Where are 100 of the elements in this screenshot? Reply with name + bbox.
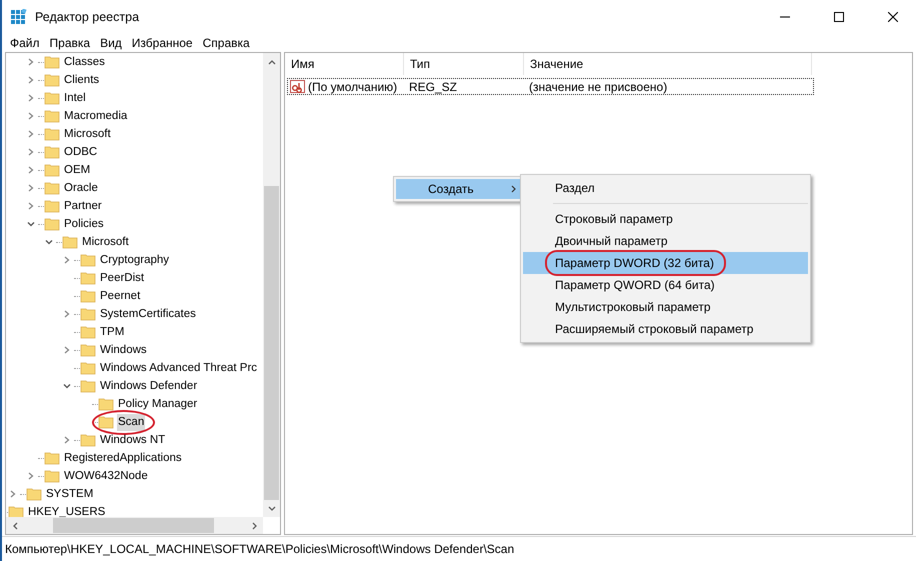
folder-icon	[80, 324, 96, 340]
folder-icon	[44, 108, 60, 124]
tree-item[interactable]: Windows Advanced Threat Prc	[99, 360, 258, 377]
tree-item[interactable]: Clients	[63, 72, 100, 89]
folder-icon	[44, 54, 60, 70]
folder-icon	[80, 342, 96, 358]
scroll-up-icon[interactable]	[268, 58, 276, 65]
menu-item[interactable]: Мультистроковый параметр	[523, 296, 808, 318]
menu-item[interactable]: Параметр DWORD (32 бита)	[523, 252, 808, 274]
folder-icon	[44, 468, 60, 484]
menu-item[interactable]: Файл	[5, 36, 45, 50]
folder-icon	[80, 432, 96, 448]
folder-icon	[80, 306, 96, 322]
folder-icon	[44, 450, 60, 466]
expand-chevron-icon[interactable]	[27, 130, 35, 138]
menu-item[interactable]: Вид	[95, 36, 127, 50]
scroll-right-icon[interactable]	[252, 522, 258, 530]
tree-item[interactable]: Windows	[99, 342, 148, 359]
menu-item[interactable]: Параметр QWORD (64 бита)	[523, 274, 808, 296]
folder-icon	[98, 414, 114, 430]
string-value-icon	[290, 80, 306, 94]
tree-item[interactable]: Microsoft	[63, 126, 112, 143]
folder-icon	[80, 270, 96, 286]
tree-item[interactable]: TPM	[99, 324, 126, 341]
expand-chevron-icon[interactable]	[27, 148, 35, 156]
scroll-down-icon[interactable]	[268, 506, 276, 512]
expand-chevron-icon[interactable]	[27, 166, 35, 174]
menu-item[interactable]: Расширяемый строковый параметр	[523, 318, 808, 340]
close-icon	[888, 12, 898, 22]
expand-chevron-icon[interactable]	[27, 94, 35, 102]
folder-icon	[80, 252, 96, 268]
tree-item[interactable]: Macromedia	[63, 108, 128, 125]
value-type: REG_SZ	[409, 80, 458, 94]
expand-chevron-icon[interactable]	[27, 112, 35, 120]
expand-chevron-icon[interactable]	[63, 436, 71, 444]
registry-app-icon	[11, 8, 27, 24]
tree-item[interactable]: Policies	[63, 216, 105, 233]
menu-item[interactable]: Раздел	[523, 177, 808, 200]
expand-chevron-icon[interactable]	[63, 346, 71, 354]
column-header[interactable]: Имя	[285, 53, 404, 76]
vertical-scrollbar[interactable]	[263, 53, 280, 518]
tree-item[interactable]: OEM	[63, 162, 92, 179]
tree-item[interactable]: Windows NT	[99, 432, 166, 449]
folder-icon	[44, 162, 60, 178]
column-header[interactable]: Значение	[524, 53, 812, 76]
tree-item[interactable]: Microsoft	[81, 234, 130, 251]
folder-icon	[44, 72, 60, 88]
folder-icon	[44, 90, 60, 106]
expand-chevron-icon[interactable]	[27, 58, 35, 66]
expand-chevron-icon[interactable]	[27, 202, 35, 210]
menu-item[interactable]: Создать	[396, 179, 523, 200]
window-title: Редактор реестра	[35, 10, 140, 24]
tree-item[interactable]: HKEY_USERS	[27, 504, 106, 518]
expand-chevron-icon[interactable]	[63, 256, 71, 264]
collapse-chevron-icon[interactable]	[45, 238, 53, 246]
menu-item[interactable]: Избранное	[126, 36, 198, 50]
scroll-left-icon[interactable]	[12, 522, 18, 530]
value-row[interactable]: (По умолчанию) REG_SZ (значение не присвоено)	[287, 78, 814, 96]
scroll-thumb[interactable]	[264, 186, 279, 500]
menu-item[interactable]: Строковый параметр	[523, 208, 808, 230]
folder-icon	[80, 360, 96, 376]
tree-item[interactable]: PeerDist	[99, 270, 146, 287]
expand-chevron-icon[interactable]	[63, 310, 71, 318]
expand-chevron-icon[interactable]	[27, 472, 35, 480]
tree-item[interactable]: SYSTEM	[45, 486, 94, 503]
maximize-icon	[834, 12, 844, 22]
tree-item[interactable]: Peernet	[99, 288, 142, 305]
collapse-chevron-icon[interactable]	[27, 220, 35, 228]
expand-chevron-icon[interactable]	[27, 184, 35, 192]
tree-item[interactable]: SystemCertificates	[99, 306, 197, 323]
tree-item[interactable]: Policy Manager	[117, 396, 198, 413]
value-data: (значение не присвоено)	[529, 80, 668, 94]
tree-item[interactable]: Intel	[63, 90, 87, 107]
folder-icon	[80, 378, 96, 394]
tree-item[interactable]: Windows Defender	[99, 378, 198, 395]
expand-chevron-icon[interactable]	[9, 490, 17, 498]
status-path: Компьютер\HKEY_LOCAL_MACHINE\SOFTWARE\Policies\Microsoft\Windows Defender\Scan	[5, 542, 514, 556]
menu-item[interactable]: Двоичный параметр	[523, 230, 808, 252]
value-name: (По умолчанию)	[308, 80, 398, 94]
horizontal-scrollbar[interactable]	[6, 517, 263, 534]
collapse-chevron-icon[interactable]	[63, 382, 71, 390]
tree-item[interactable]: Partner	[63, 198, 103, 215]
scroll-thumb[interactable]	[53, 518, 214, 534]
tree-item[interactable]: WOW6432Node	[63, 468, 149, 485]
tree-item[interactable]: Scan	[117, 414, 146, 431]
tree-item[interactable]: ODBC	[63, 144, 98, 161]
tree-item[interactable]: Cryptography	[99, 252, 170, 269]
tree-item[interactable]: Oracle	[63, 180, 99, 197]
menu-item[interactable]: Справка	[198, 36, 255, 50]
folder-icon	[62, 234, 78, 250]
tree-item[interactable]: Classes	[63, 54, 106, 71]
column-header[interactable]: Тип	[404, 53, 524, 76]
folder-icon	[98, 396, 114, 412]
folder-icon	[26, 486, 42, 502]
expand-chevron-icon[interactable]	[27, 76, 35, 84]
folder-icon	[44, 180, 60, 196]
folder-icon	[44, 216, 60, 232]
folder-icon	[44, 144, 60, 160]
menu-item[interactable]: Правка	[44, 36, 96, 50]
tree-item[interactable]: RegisteredApplications	[63, 450, 183, 467]
